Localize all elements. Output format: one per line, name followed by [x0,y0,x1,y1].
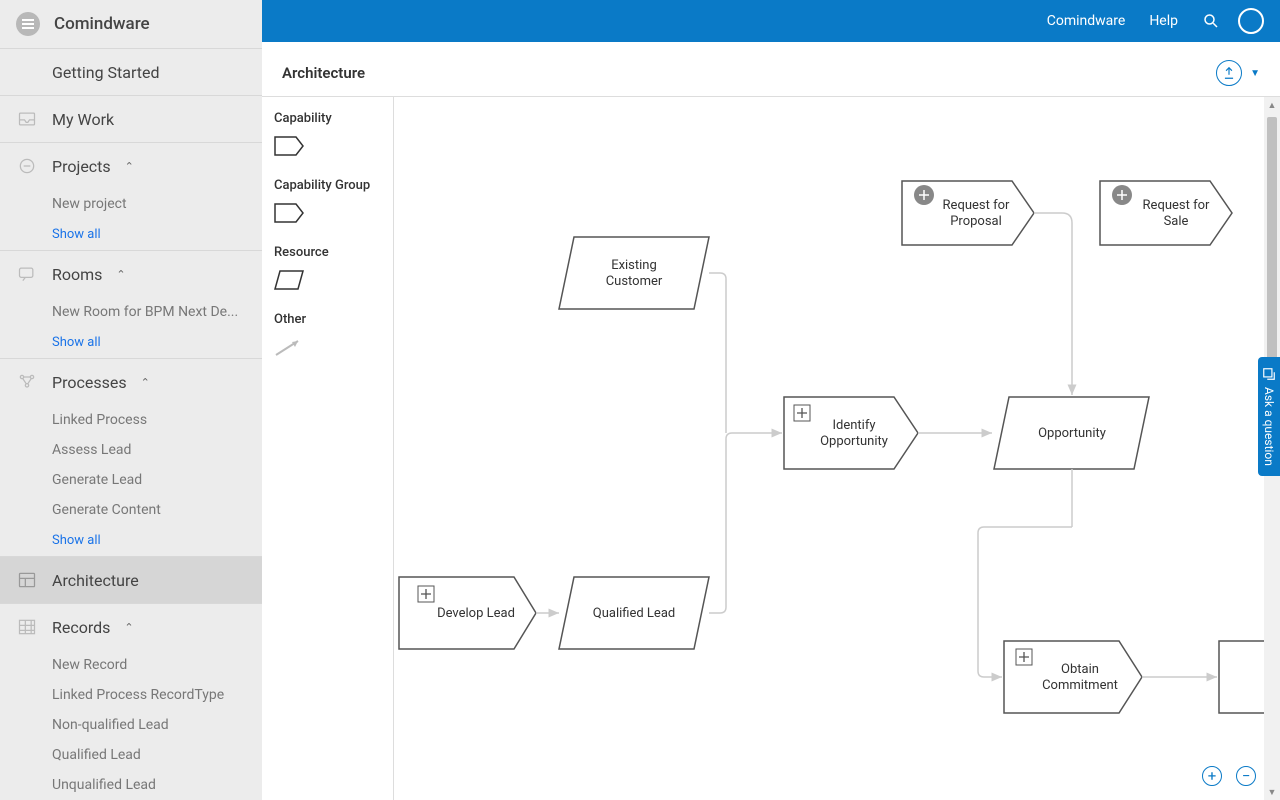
node-label: Obtain [1061,662,1099,677]
scroll-up-icon[interactable]: ▲ [1264,97,1280,113]
chevron-down-icon: ▼ [1250,68,1260,79]
sidebar-item-label: Getting Started [52,63,160,82]
main: Architecture ▼ Capability Capability Gro… [262,42,1280,800]
inbox-icon [16,108,38,130]
search-icon[interactable] [1202,12,1220,30]
sidebar-item-rooms[interactable]: Rooms ⌃ [0,251,262,297]
node-label: Identify [832,418,875,433]
scroll-down-icon[interactable]: ▼ [1264,784,1280,800]
sidebar-show-all-rooms[interactable]: Show all [0,327,262,358]
topbar-brand[interactable]: Comindware [1047,13,1126,29]
architecture-icon [16,569,38,591]
node-opportunity[interactable]: Opportunity [994,397,1149,469]
avatar[interactable] [1238,8,1264,34]
node-label: Request for [943,198,1010,213]
diagram-canvas[interactable]: Existing Customer Develop Lead Qualified… [394,97,1280,800]
sidebar-item-label: Architecture [52,571,139,590]
connector-shape[interactable] [274,337,381,361]
sidebar-subitem-generate-lead[interactable]: Generate Lead [0,465,262,495]
projects-icon [16,155,38,177]
sidebar-item-processes[interactable]: Processes ⌃ [0,359,262,405]
sidebar-subitem-non-qualified-lead[interactable]: Non-qualified Lead [0,710,262,740]
sidebar-subitem-linked-process[interactable]: Linked Process [0,405,262,435]
page-title: Architecture [282,64,365,82]
sidebar-header: Comindware [0,0,262,48]
node-request-sale[interactable]: Request for Sale [1100,181,1232,245]
capability-shape[interactable] [274,136,381,160]
node-label: Request for [1143,198,1210,213]
node-label: Commitment [1042,678,1118,693]
node-qualified-lead[interactable]: Qualified Lead [559,577,709,649]
node-request-proposal[interactable]: Request for Proposal [902,181,1034,245]
sidebar-subitem-qualified-lead[interactable]: Qualified Lead [0,740,262,770]
sidebar-item-label: Records [52,618,110,637]
chevron-up-icon: ⌃ [141,376,150,389]
sidebar-item-label: Processes [52,373,127,392]
chevron-up-icon: ⌃ [116,268,125,281]
node-label: Qualified Lead [593,606,675,621]
sidebar-subitem-unqualified-lead[interactable]: Unqualified Lead [0,770,262,800]
process-icon [16,371,38,393]
node-obtain-commitment[interactable]: Obtain Commitment [1004,641,1142,713]
capability-group-shape[interactable] [274,203,381,227]
diagram-svg: Existing Customer Develop Lead Qualified… [394,97,1274,800]
chevron-up-icon: ⌃ [125,160,134,173]
edge [709,433,782,613]
sidebar-subitem-linked-record-type[interactable]: Linked Process RecordType [0,680,262,710]
app-title: Comindware [54,14,150,34]
zoom-in-button[interactable]: + [1202,766,1222,786]
export-button[interactable]: ▼ [1216,60,1260,86]
node-existing-customer[interactable]: Existing Customer [559,237,709,309]
shape-palette: Capability Capability Group Resource Oth… [262,97,394,800]
chat-icon [16,263,38,285]
node-label: Develop Lead [437,606,515,621]
node-label: Customer [606,274,663,289]
zoom-out-button[interactable]: − [1236,766,1256,786]
sidebar-item-label: My Work [52,110,114,129]
resource-shape[interactable] [274,270,381,294]
sidebar-subitem-new-room[interactable]: New Room for BPM Next De... [0,297,262,327]
sidebar-item-architecture[interactable]: Architecture [0,557,262,603]
sidebar-show-all-projects[interactable]: Show all [0,219,262,250]
sidebar-subitem-generate-content[interactable]: Generate Content [0,495,262,525]
sidebar-subitem-assess-lead[interactable]: Assess Lead [0,435,262,465]
blank-icon [16,61,38,83]
edge [1034,213,1072,395]
node-label: Opportunity [820,434,888,449]
ask-question-label: Ask a question [1262,387,1276,466]
palette-label-resource: Resource [274,245,381,260]
records-icon [16,616,38,638]
topbar: Comindware Help [262,0,1280,42]
node-identify-opportunity[interactable]: Identify Opportunity [784,397,918,469]
content-body: Capability Capability Group Resource Oth… [262,97,1280,800]
content-header: Architecture ▼ [262,42,1280,97]
node-develop-lead[interactable]: Develop Lead [399,577,536,649]
help-link[interactable]: Help [1149,13,1178,29]
sidebar-item-label: Rooms [52,265,102,284]
sidebar-subitem-new-record[interactable]: New Record [0,650,262,680]
chevron-up-icon: ⌃ [124,621,133,634]
node-label: Opportunity [1038,426,1106,441]
menu-toggle-icon[interactable] [16,12,40,36]
zoom-controls: + − [1202,766,1256,786]
node-label: Proposal [950,214,1002,229]
sidebar-item-label: Projects [52,157,111,176]
sidebar-show-all-processes[interactable]: Show all [0,525,262,556]
ask-question-tab[interactable]: Ask a question [1258,357,1280,476]
node-label: Sale [1164,214,1189,229]
sidebar-item-records[interactable]: Records ⌃ [0,604,262,650]
sidebar-item-projects[interactable]: Projects ⌃ [0,143,262,189]
node-label: Existing [611,258,657,273]
palette-label-capability: Capability [274,111,381,126]
sidebar-item-my-work[interactable]: My Work [0,96,262,142]
palette-label-capability-group: Capability Group [274,178,381,193]
sidebar-item-getting-started[interactable]: Getting Started [0,49,262,95]
palette-label-other: Other [274,312,381,327]
sidebar: Comindware Getting Started My Work Proje… [0,0,262,800]
sidebar-subitem-new-project[interactable]: New project [0,189,262,219]
edge [709,273,726,433]
export-icon [1216,60,1242,86]
